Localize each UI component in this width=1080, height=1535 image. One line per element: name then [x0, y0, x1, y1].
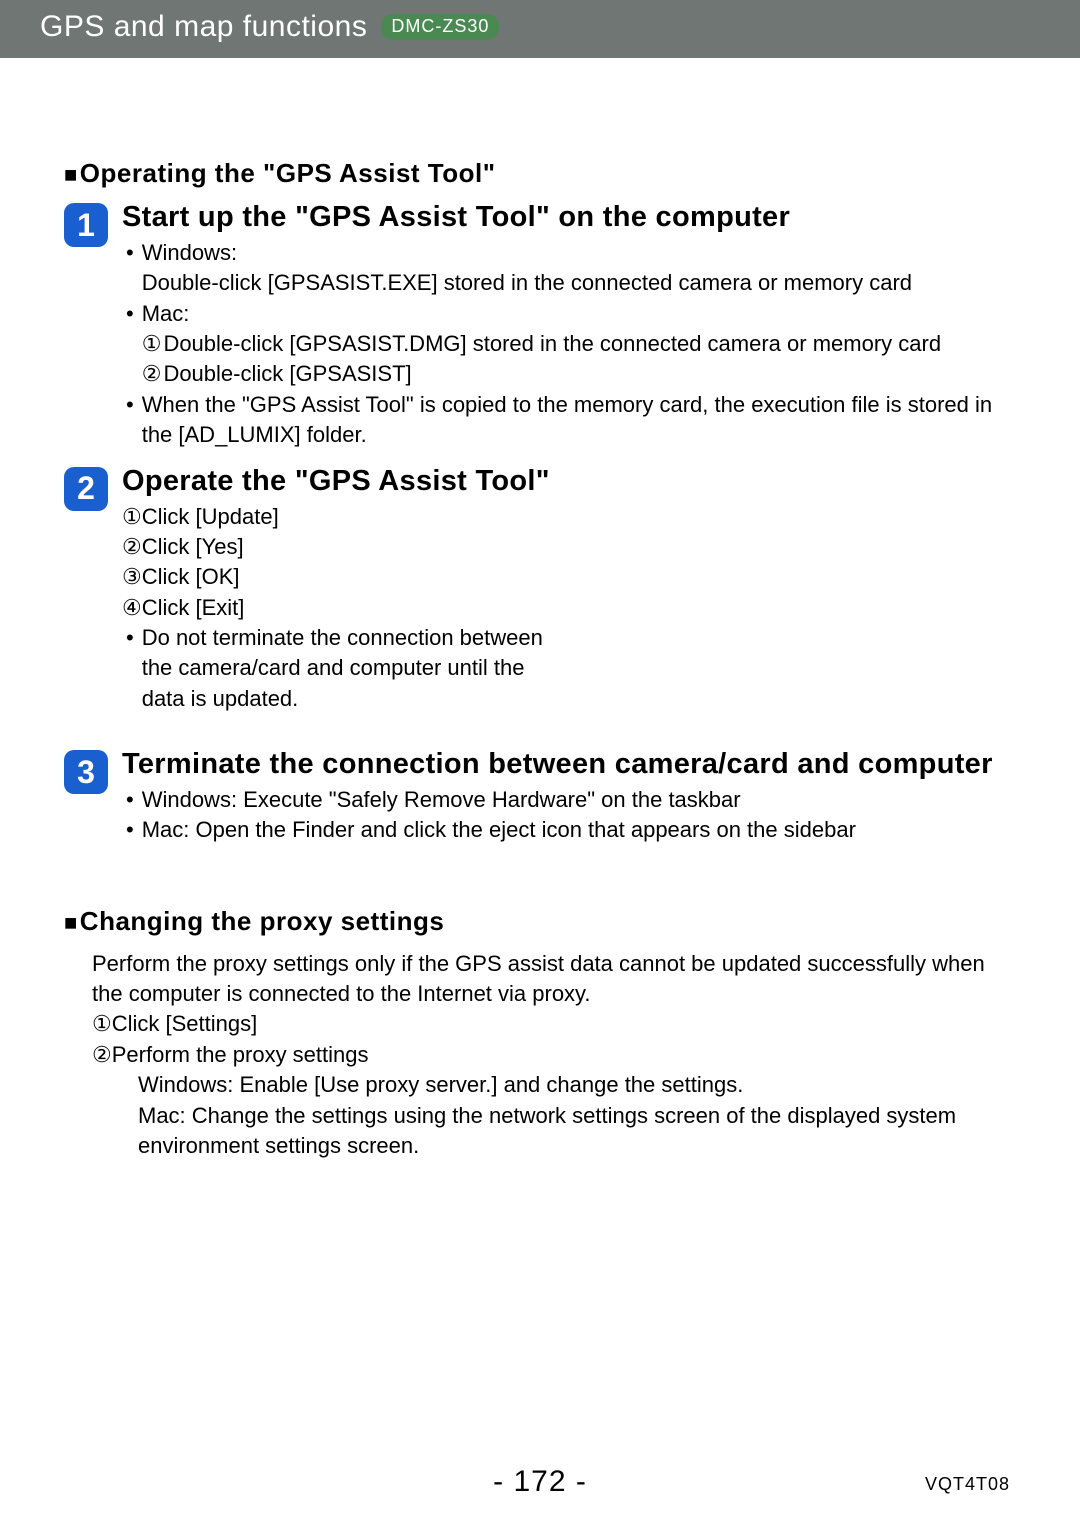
circled-3-icon: ③: [122, 562, 142, 592]
step-body: Terminate the connection between camera/…: [122, 748, 1016, 846]
line-yes: Click [Yes]: [142, 532, 244, 562]
step-2: 2 Operate the "GPS Assist Tool" ① Click …: [64, 465, 1016, 715]
circled-1-icon: ①: [92, 1009, 112, 1039]
circled-1-icon: ①: [122, 502, 142, 532]
bullet-windows: Windows: Execute "Safely Remove Hardware…: [122, 785, 1016, 815]
page-header: GPS and map functions DMC-ZS30: [0, 0, 1080, 58]
step-number-icon: 3: [64, 750, 108, 794]
proxy-mac: Mac: Change the settings using the netwo…: [138, 1101, 1016, 1162]
circled-1-icon: ①: [142, 329, 162, 359]
mac-line2: Double-click [GPSASIST]: [163, 359, 411, 389]
step-number-icon: 2: [64, 467, 108, 511]
step-title: Terminate the connection between camera/…: [122, 748, 1016, 781]
step-content: Windows: Double-click [GPSASIST.EXE] sto…: [122, 238, 1016, 451]
step-3: 3 Terminate the connection between camer…: [64, 748, 1016, 846]
note-text: When the "GPS Assist Tool" is copied to …: [142, 390, 1016, 451]
proxy-windows: Windows: Enable [Use proxy server.] and …: [138, 1070, 1016, 1100]
windows-label: Windows:: [142, 240, 237, 265]
header-title: GPS and map functions: [40, 10, 367, 44]
line-update: Click [Update]: [142, 502, 279, 532]
page-number: - 172 -: [0, 1465, 1080, 1499]
step-body: Start up the "GPS Assist Tool" on the co…: [122, 201, 1016, 451]
windows-text: Double-click [GPSASIST.EXE] stored in th…: [142, 270, 912, 295]
bullet-windows: Windows: Double-click [GPSASIST.EXE] sto…: [122, 238, 1016, 299]
page-content: Operating the "GPS Assist Tool" 1 Start …: [0, 58, 1080, 1161]
step-number-icon: 1: [64, 203, 108, 247]
step-body: Operate the "GPS Assist Tool" ① Click [U…: [122, 465, 1016, 715]
mac-text: Mac: Open the Finder and click the eject…: [142, 815, 1016, 845]
bullet-note: Do not terminate the connection between …: [122, 623, 1016, 714]
bullet-mac: Mac: Open the Finder and click the eject…: [122, 815, 1016, 845]
mac-label: Mac:: [142, 301, 190, 326]
line-exit: Click [Exit]: [142, 593, 245, 623]
step-content: ① Click [Update] ② Click [Yes] ③ Click […: [122, 502, 1016, 715]
circled-4-icon: ④: [122, 593, 142, 623]
proxy-body: Perform the proxy settings only if the G…: [92, 949, 1016, 1162]
step-title: Operate the "GPS Assist Tool": [122, 465, 1016, 498]
proxy-line1: Click [Settings]: [112, 1009, 258, 1039]
section-proxy: Changing the proxy settings Perform the …: [64, 906, 1016, 1162]
model-badge: DMC-ZS30: [381, 14, 499, 40]
proxy-intro: Perform the proxy settings only if the G…: [92, 949, 1016, 1010]
proxy-line2: Perform the proxy settings: [112, 1040, 369, 1070]
section-heading-operating: Operating the "GPS Assist Tool": [64, 158, 1016, 189]
mac-line1: Double-click [GPSASIST.DMG] stored in th…: [163, 329, 941, 359]
circled-2-icon: ②: [122, 532, 142, 562]
line-ok: Click [OK]: [142, 562, 240, 592]
document-code: VQT4T08: [925, 1474, 1010, 1495]
bullet-mac: Mac: ① Double-click [GPSASIST.DMG] store…: [122, 299, 1016, 390]
circled-2-icon: ②: [92, 1040, 112, 1070]
note-text: Do not terminate the connection between …: [142, 623, 572, 714]
section-heading-proxy: Changing the proxy settings: [64, 906, 1016, 937]
bullet-note: When the "GPS Assist Tool" is copied to …: [122, 390, 1016, 451]
windows-text: Windows: Execute "Safely Remove Hardware…: [142, 785, 1016, 815]
step-content: Windows: Execute "Safely Remove Hardware…: [122, 785, 1016, 846]
step-1: 1 Start up the "GPS Assist Tool" on the …: [64, 201, 1016, 451]
circled-2-icon: ②: [142, 359, 162, 389]
step-title: Start up the "GPS Assist Tool" on the co…: [122, 201, 1016, 234]
